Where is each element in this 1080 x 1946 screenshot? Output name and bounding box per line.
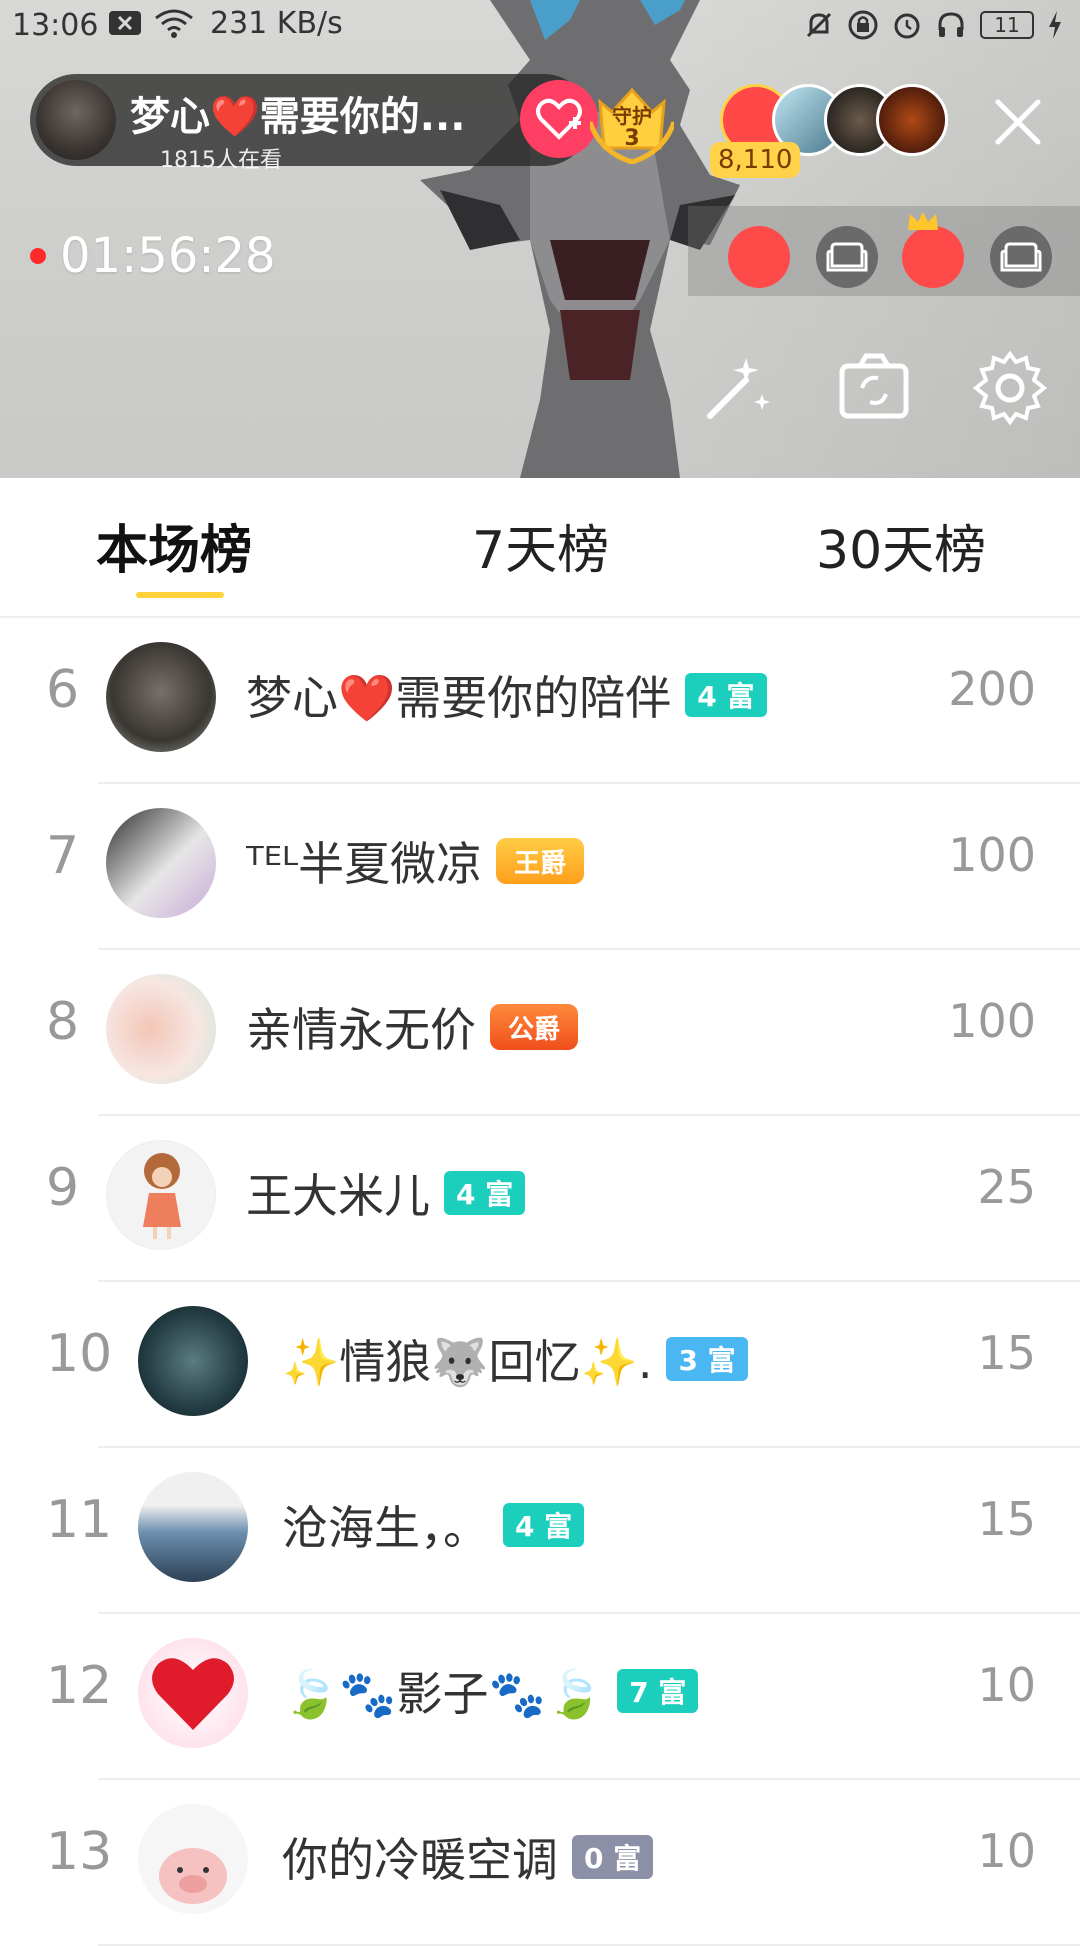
rank-number: 12 — [46, 1656, 113, 1716]
status-time: 13:06 — [12, 8, 99, 43]
table-row[interactable]: 13 你的冷暖空调 0 富 10 — [0, 1780, 1080, 1946]
leaderboard-list[interactable]: 6 梦心❤️需要你的陪伴 4 富 200 7 ᵀᴱᴸ半夏微凉 王爵 100 8 … — [0, 618, 1080, 1946]
rank-number: 8 — [46, 992, 80, 1052]
table-row[interactable]: 9 王大米儿 4 富 25 — [0, 1116, 1080, 1282]
magic-wand-icon[interactable] — [700, 350, 776, 426]
score: 15 — [977, 1492, 1036, 1546]
follow-heart-button[interactable] — [520, 80, 598, 158]
mute-bell-icon — [806, 12, 832, 38]
username: 沧海生，。 — [282, 1501, 489, 1555]
network-speed: 231 KB/s — [210, 6, 343, 41]
guard-count: 3 — [624, 126, 640, 151]
avatar[interactable] — [138, 1804, 248, 1914]
score: 25 — [977, 1160, 1036, 1214]
wealth-level-badge: 7 富 — [617, 1669, 699, 1713]
username: 梦心❤️需要你的陪伴 — [246, 671, 672, 725]
rank-number: 13 — [46, 1822, 113, 1882]
score: 100 — [948, 994, 1036, 1048]
fan-count-badge: 8,110 — [710, 142, 801, 178]
username: 亲情永无价 — [246, 1003, 476, 1057]
headphones-icon — [938, 12, 964, 37]
username: 你的冷暖空调 — [282, 1833, 558, 1887]
viewer-count: 1815人在看 — [160, 148, 282, 173]
table-row[interactable]: 6 梦心❤️需要你的陪伴 4 富 200 — [0, 618, 1080, 784]
avatar[interactable] — [138, 1472, 248, 1582]
live-video-area[interactable]: 13:06 231 KB/s 11 梦心❤️需要你的... 1815人在看 守护… — [0, 0, 1080, 478]
doll-avatar-image — [143, 1153, 181, 1239]
avatar[interactable] — [106, 642, 216, 752]
seat-empty-2[interactable] — [990, 226, 1052, 288]
love-heart-image — [152, 1658, 234, 1730]
table-row[interactable]: 7 ᵀᴱᴸ半夏微凉 王爵 100 — [0, 784, 1080, 950]
host-name: 梦心❤️需要你的... — [130, 94, 466, 140]
rank-number: 7 — [46, 826, 80, 886]
tab-current-show[interactable]: 本场榜 — [96, 508, 252, 583]
guard-badge[interactable]: 守护 3 — [587, 82, 677, 165]
rank-number: 6 — [46, 660, 80, 720]
tab-30-days[interactable]: 30天榜 — [816, 508, 986, 583]
wifi-icon — [155, 9, 193, 38]
wealth-level-badge: 4 富 — [503, 1503, 585, 1547]
flip-camera-icon[interactable] — [836, 350, 912, 426]
avatar[interactable] — [138, 1638, 248, 1748]
audience-avatar-4[interactable] — [876, 84, 948, 156]
wealth-level-badge: 0 富 — [572, 1835, 654, 1879]
score: 15 — [977, 1326, 1036, 1380]
table-row[interactable]: 8 亲情永无价 公爵 100 — [0, 950, 1080, 1116]
leaderboard-tabs: 本场榜 7天榜 30天榜 — [0, 478, 1080, 618]
lock-icon — [848, 10, 878, 40]
guard-label: 守护 — [612, 104, 652, 128]
noble-rank-badge: 公爵 — [490, 1004, 579, 1050]
seat-empty-1[interactable] — [816, 226, 878, 288]
username: 王大米儿 — [246, 1169, 430, 1223]
avatar[interactable] — [138, 1306, 248, 1416]
noble-rank-badge: 王爵 — [496, 838, 585, 884]
heart-plus-icon — [536, 98, 582, 140]
status-bar: 13:06 231 KB/s 11 — [0, 0, 1080, 52]
wealth-level-badge: 4 富 — [444, 1171, 526, 1215]
charging-icon — [1049, 11, 1061, 39]
wealth-level-badge: 3 富 — [666, 1337, 748, 1381]
live-duration: 01:56:28 — [30, 228, 276, 284]
tab-7-days[interactable]: 7天榜 — [472, 508, 609, 583]
battery-icon: 11 — [980, 11, 1034, 39]
username: ✨情狼🐺回忆✨. — [282, 1335, 653, 1389]
sofa-icon — [1000, 242, 1042, 272]
battery-level: 11 — [994, 13, 1020, 37]
pig-avatar-image — [159, 1848, 227, 1904]
seat-occupied-2[interactable] — [902, 226, 964, 288]
username: 🍃🐾影子🐾🍃 — [282, 1667, 604, 1721]
score: 200 — [948, 662, 1036, 716]
crown-icon — [908, 212, 938, 230]
wealth-level-badge: 4 富 — [685, 673, 767, 717]
close-icon[interactable] — [992, 96, 1044, 148]
host-info-pill[interactable]: 梦心❤️需要你的... 1815人在看 — [30, 74, 590, 173]
alarm-icon — [894, 13, 920, 39]
host-avatar[interactable] — [36, 80, 116, 160]
settings-gear-icon[interactable] — [972, 350, 1048, 426]
rank-number: 10 — [46, 1324, 113, 1384]
rank-number: 9 — [46, 1158, 80, 1218]
score: 10 — [977, 1658, 1036, 1712]
avatar[interactable] — [106, 808, 216, 918]
score: 100 — [948, 828, 1036, 882]
username: ᵀᴱᴸ半夏微凉 — [246, 837, 483, 891]
table-row[interactable]: 12 🍃🐾影子🐾🍃 7 富 10 — [0, 1614, 1080, 1780]
sofa-icon — [826, 242, 868, 272]
active-tab-indicator — [136, 592, 224, 598]
avatar[interactable] — [106, 974, 216, 1084]
table-row[interactable]: 11 沧海生，。 4 富 15 — [0, 1448, 1080, 1614]
sim-x-icon — [109, 11, 141, 35]
deer-head-decoration — [420, 0, 740, 478]
avatar[interactable] — [106, 1140, 216, 1250]
score: 10 — [977, 1824, 1036, 1878]
live-timer-text: 01:56:28 — [60, 228, 276, 284]
seat-occupied-1[interactable] — [728, 226, 790, 288]
guest-seats — [688, 206, 1080, 296]
table-row[interactable]: 10 ✨情狼🐺回忆✨. 3 富 15 — [0, 1282, 1080, 1448]
recording-dot — [30, 248, 46, 264]
rank-number: 11 — [46, 1490, 113, 1550]
